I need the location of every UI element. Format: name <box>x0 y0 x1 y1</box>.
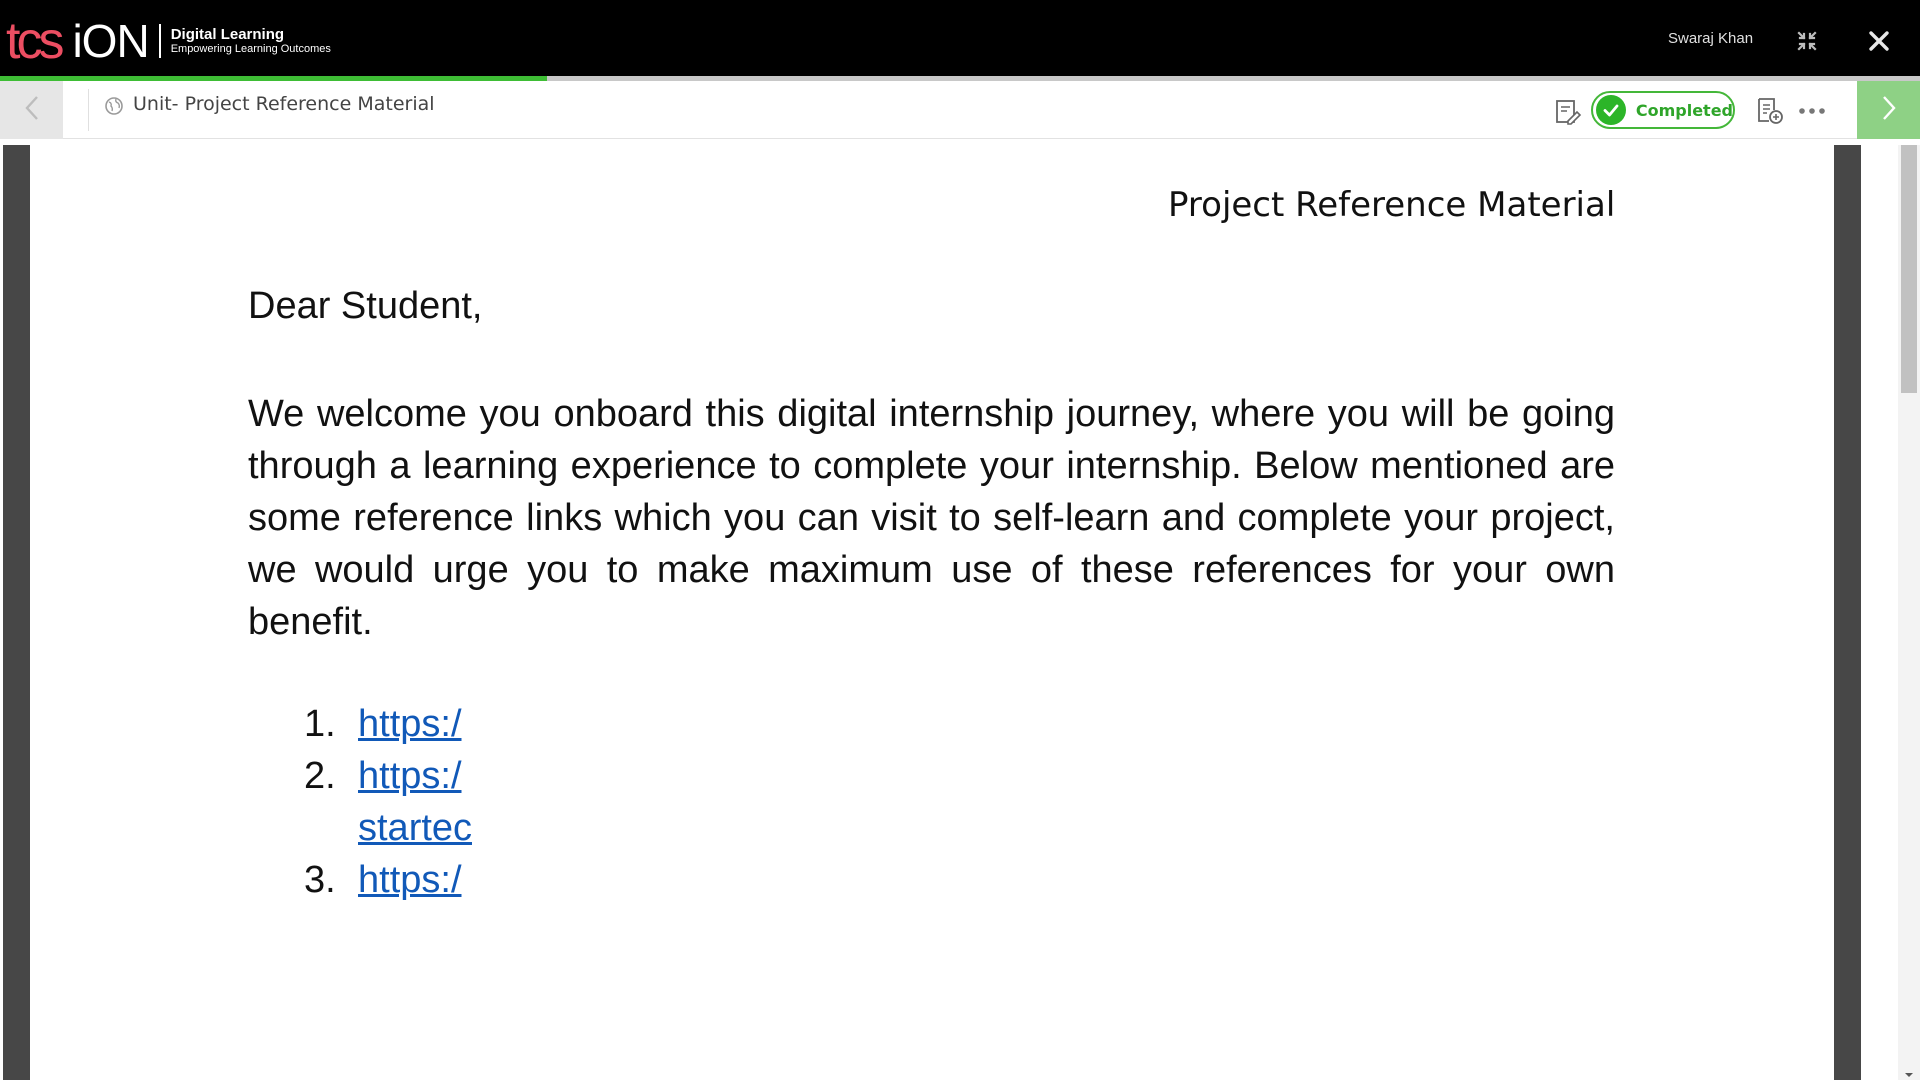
list-number: 3. <box>304 859 336 901</box>
document-page: Project Reference Material Dear Student,… <box>30 145 1834 1080</box>
more-icon[interactable] <box>1797 103 1827 117</box>
brand-separator <box>158 24 161 58</box>
brand-logo: tcs iON Digital Learning Empowering Lear… <box>6 12 331 70</box>
note-add-icon[interactable] <box>1755 96 1785 126</box>
chevron-right-icon <box>1880 94 1898 126</box>
brand-subtitle: Empowering Learning Outcomes <box>170 43 331 56</box>
completed-status-label: Completed <box>1635 100 1733 120</box>
logo-ion-text: iON <box>72 15 149 67</box>
check-icon <box>1596 95 1626 125</box>
close-icon[interactable] <box>1866 28 1892 54</box>
list-number: 1. <box>304 703 336 745</box>
document-paragraph: We welcome you onboard this digital inte… <box>248 393 1615 643</box>
collapse-icon[interactable] <box>1796 30 1818 52</box>
brand-title: Digital Learning <box>170 25 285 43</box>
toolbar-divider <box>88 89 89 131</box>
reference-link-item: 3. https:/ <box>304 854 472 906</box>
reference-links-list: 1. https:/ 2. https:/ startec 3. https:/ <box>304 698 472 906</box>
reference-link[interactable]: https:/ <box>358 750 472 802</box>
reference-link[interactable]: https:/ <box>358 854 472 906</box>
user-name[interactable]: Swaraj Khan <box>1668 30 1753 47</box>
reference-link-item: 2. https:/ startec <box>304 750 472 854</box>
next-unit-button[interactable] <box>1857 81 1920 139</box>
brand-text: Digital Learning Empowering Learning Out… <box>170 25 331 56</box>
scrollbar-thumb[interactable] <box>1901 145 1917 393</box>
edit-document-icon[interactable] <box>1554 98 1582 126</box>
reference-link-continuation[interactable]: startec <box>358 802 472 854</box>
logo-tcs-text: tcs <box>6 12 64 70</box>
document-greeting: Dear Student, <box>248 285 483 327</box>
unit-title: Unit- Project Reference Material <box>133 93 435 115</box>
list-number: 2. <box>304 755 336 797</box>
document-header-title: Project Reference Material <box>1168 185 1616 225</box>
app-header: tcs iON Digital Learning Empowering Lear… <box>0 0 1920 76</box>
scroll-down-arrow-icon[interactable] <box>1902 1066 1916 1078</box>
reference-link[interactable]: https:/ <box>358 698 472 750</box>
reference-link-item: 1. https:/ <box>304 698 472 750</box>
previous-unit-button[interactable] <box>0 81 63 139</box>
chevron-left-icon <box>23 94 41 126</box>
completed-status-button[interactable]: Completed <box>1591 91 1735 129</box>
globe-icon <box>104 96 124 120</box>
